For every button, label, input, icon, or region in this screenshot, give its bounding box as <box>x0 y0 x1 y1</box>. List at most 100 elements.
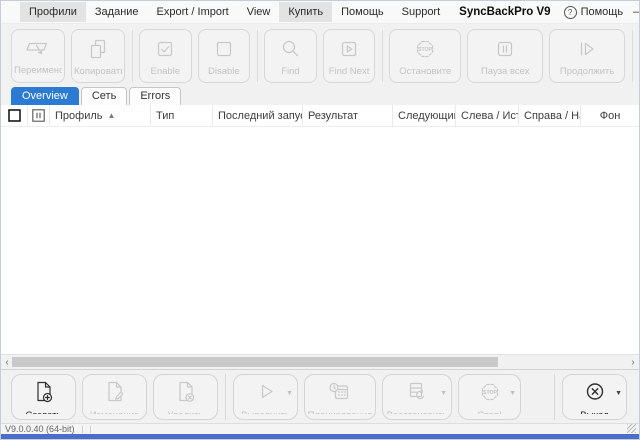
toolbar-separator <box>554 374 555 420</box>
menu-item-buy[interactable]: Купить <box>279 2 332 22</box>
stop-label: Стоп! <box>477 410 501 414</box>
minimize-button[interactable]: — <box>623 1 640 23</box>
enable-label: Enable <box>142 66 189 77</box>
status-bar: V9.0.0.40 (64-bit) <box>1 423 639 434</box>
column-header-type[interactable]: Тип <box>151 105 213 126</box>
resume-all-profiles-label: Продолжить все профили <box>552 66 622 77</box>
stop-button[interactable]: STOP Стоп! ▼ <box>458 374 521 420</box>
dropdown-arrow-icon[interactable]: ▼ <box>440 390 447 397</box>
create-button[interactable]: Создать <box>11 374 76 420</box>
tab-errors[interactable]: Errors <box>129 87 181 105</box>
create-label: Создать <box>25 410 61 414</box>
column-header-last-run[interactable]: Последний запуск <box>213 105 303 126</box>
checkbox-checked-icon <box>153 37 177 66</box>
resize-grip[interactable] <box>627 424 636 433</box>
table-header: Профиль ▲ Тип Последний запуск Результат… <box>1 105 639 127</box>
resume-all-profiles-button[interactable]: Продолжить все профили <box>549 29 625 83</box>
app-title: SyncBackPro V9 <box>459 6 550 18</box>
help-button[interactable]: ? Помощь <box>564 6 624 19</box>
enable-button[interactable]: Enable <box>139 29 192 83</box>
column-header-result[interactable]: Результат <box>303 105 393 126</box>
checkbox-icon <box>8 109 21 122</box>
scroll-right-arrow[interactable]: › <box>627 355 639 369</box>
new-profile-icon <box>31 379 57 410</box>
exit-button[interactable]: Выход ▼ <box>562 374 627 420</box>
column-header-left-source[interactable]: Слева / Исто... <box>456 105 519 126</box>
statusbar-divider <box>82 426 83 433</box>
delete-button[interactable]: Удалить <box>153 374 218 420</box>
rename-label: Переименовать <box>14 65 62 76</box>
copy-label: Копировать <box>74 66 122 77</box>
checkbox-empty-icon <box>212 37 236 66</box>
stop-sign-icon: STOP <box>413 37 437 66</box>
statusbar-divider <box>90 426 91 433</box>
stop-sign-icon: STOP <box>477 379 503 410</box>
sort-ascending-icon: ▲ <box>108 111 116 120</box>
pause-all-profiles-button[interactable]: Пауза всех профилей <box>467 29 543 83</box>
restore-button[interactable]: Восстановить ▼ <box>382 374 452 420</box>
disable-label: Disable <box>201 66 248 77</box>
schedule-button[interactable]: Планирование <box>304 374 376 420</box>
modify-label: Изменение <box>90 410 139 414</box>
resume-icon <box>575 37 599 66</box>
column-header-background[interactable]: Фон <box>581 105 639 126</box>
find-next-label: Find Next <box>326 66 373 77</box>
dropdown-arrow-icon[interactable]: ▼ <box>509 390 516 397</box>
menu-item-profiles[interactable]: Профили <box>20 2 86 22</box>
toolbar-separator <box>382 30 383 82</box>
delete-label: Удалить <box>167 410 203 414</box>
exit-label: Выход <box>580 410 608 414</box>
bottom-accent-strip <box>1 434 639 439</box>
svg-text:STOP: STOP <box>418 47 433 53</box>
find-next-button[interactable]: Find Next <box>323 29 376 83</box>
column-label: Профиль <box>55 110 103 122</box>
menu-item-task[interactable]: Задание <box>86 2 148 22</box>
delete-profile-icon <box>173 379 199 410</box>
tab-overview[interactable]: Overview <box>11 87 79 105</box>
exit-icon <box>582 379 608 410</box>
window-controls: — ✕ <box>623 1 640 23</box>
horizontal-scrollbar[interactable]: ‹ › <box>1 354 639 369</box>
column-header-paused[interactable] <box>28 105 50 126</box>
modify-button[interactable]: Изменение <box>82 374 147 420</box>
run-label: Выполнить <box>241 410 290 414</box>
toolbar-separator <box>632 30 633 82</box>
menu-item-view[interactable]: View <box>238 2 280 22</box>
bottom-toolbar: Создать Изменение Удалить <box>1 369 639 423</box>
search-icon <box>278 37 302 66</box>
tab-network[interactable]: Сеть <box>81 87 127 105</box>
dropdown-arrow-icon[interactable]: ▼ <box>615 390 622 397</box>
toolbar-separator <box>225 374 226 420</box>
svg-text:STOP: STOP <box>482 390 497 396</box>
version-label: V9.0.0.40 (64-bit) <box>5 424 75 434</box>
rename-icon <box>25 37 51 64</box>
disable-button[interactable]: Disable <box>198 29 251 83</box>
rename-button[interactable]: Переименовать <box>11 29 65 83</box>
stop-all-profiles-button[interactable]: STOP Остановите все профили <box>389 29 461 83</box>
column-header-next[interactable]: Следующий ... <box>393 105 456 126</box>
copy-button[interactable]: Копировать <box>71 29 125 83</box>
run-icon <box>253 379 279 410</box>
syncbackpro-window: Профили Задание Export / Import View Куп… <box>0 0 640 440</box>
column-header-right-dest[interactable]: Справа / Наз... <box>519 105 581 126</box>
schedule-label: Планирование <box>308 410 373 414</box>
profiles-list-area[interactable] <box>1 127 639 354</box>
scrollbar-thumb[interactable] <box>12 357 498 367</box>
tab-bar: Overview Сеть Errors <box>1 87 639 105</box>
schedule-icon <box>327 379 353 410</box>
edit-profile-icon <box>102 379 128 410</box>
find-button[interactable]: Find <box>264 29 317 83</box>
menu-item-help[interactable]: Помощь <box>332 2 393 22</box>
run-button[interactable]: Выполнить ▼ <box>233 374 298 420</box>
pause-icon <box>493 37 517 66</box>
restore-label: Восстановить <box>387 410 448 414</box>
toolbar-separator <box>257 30 258 82</box>
dropdown-arrow-icon[interactable]: ▼ <box>286 390 293 397</box>
select-all-checkbox[interactable] <box>1 105 28 126</box>
pause-all-profiles-label: Пауза всех профилей <box>470 66 540 77</box>
toolbar-separator <box>132 30 133 82</box>
column-header-profile[interactable]: Профиль ▲ <box>50 105 151 126</box>
play-in-box-icon <box>337 37 361 66</box>
menu-item-export-import[interactable]: Export / Import <box>148 2 238 22</box>
menu-item-support[interactable]: Support <box>393 2 450 22</box>
